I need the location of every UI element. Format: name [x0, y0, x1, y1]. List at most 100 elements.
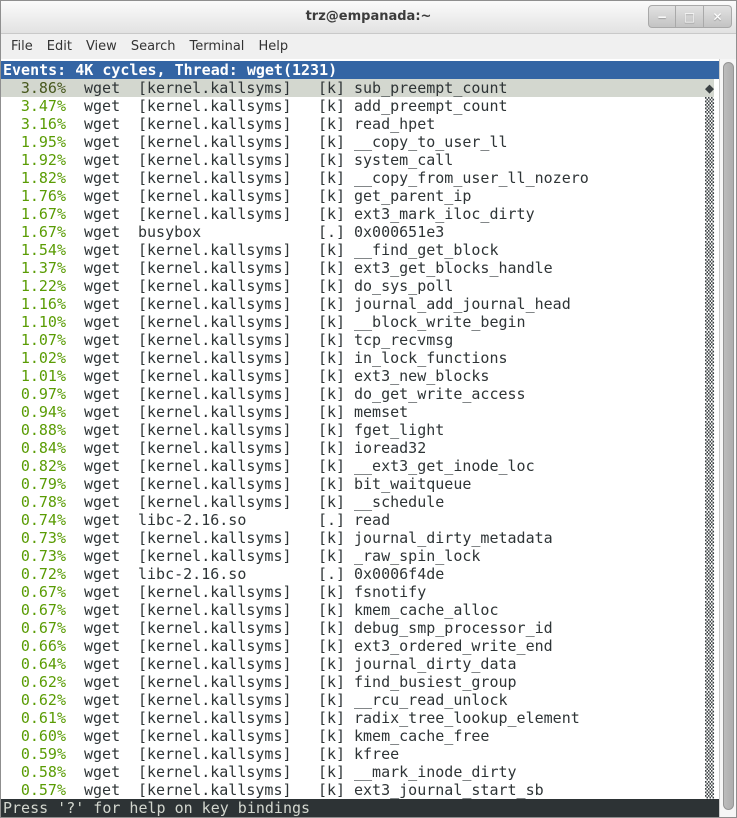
- overhead-percent: 0.64%: [3, 655, 66, 673]
- table-row[interactable]: 3.47% wget [kernel.kallsyms] [k] add_pre…: [1, 97, 719, 115]
- table-row[interactable]: 0.62% wget [kernel.kallsyms] [k] find_bu…: [1, 673, 719, 691]
- terminal-screen[interactable]: Events: 4K cycles, Thread: wget(1231) 3.…: [1, 59, 737, 818]
- table-row[interactable]: 0.97% wget [kernel.kallsyms] [k] do_get_…: [1, 385, 719, 403]
- tui-scrollbar-char: ▒: [705, 133, 714, 151]
- table-row[interactable]: 0.67% wget [kernel.kallsyms] [k] debug_s…: [1, 619, 719, 637]
- symbol: _raw_spin_lock: [354, 547, 480, 565]
- titlebar[interactable]: trz@empanada:~ − □ ✕: [1, 1, 736, 34]
- privilege-level: [k]: [318, 421, 345, 439]
- minimize-button[interactable]: −: [648, 5, 676, 28]
- tui-scrollbar-char: ▒: [705, 331, 714, 349]
- table-row[interactable]: 0.59% wget [kernel.kallsyms] [k] kfree ▒: [1, 745, 719, 763]
- tui-scrollbar-char: ▒: [705, 439, 714, 457]
- shared-object: [kernel.kallsyms]: [138, 313, 292, 331]
- table-row[interactable]: 1.95% wget [kernel.kallsyms] [k] __copy_…: [1, 133, 719, 151]
- tui-scrollbar-char: ▒: [705, 637, 714, 655]
- tui-scrollbar-char: ▒: [705, 727, 714, 745]
- table-row[interactable]: 0.67% wget [kernel.kallsyms] [k] fsnotif…: [1, 583, 719, 601]
- table-row[interactable]: 1.67% wget [kernel.kallsyms] [k] ext3_ma…: [1, 205, 719, 223]
- table-row[interactable]: 3.16% wget [kernel.kallsyms] [k] read_hp…: [1, 115, 719, 133]
- shared-object: [kernel.kallsyms]: [138, 79, 292, 97]
- overhead-percent: 0.67%: [3, 601, 66, 619]
- table-row[interactable]: 1.02% wget [kernel.kallsyms] [k] in_lock…: [1, 349, 719, 367]
- overhead-percent: 0.78%: [3, 493, 66, 511]
- table-row[interactable]: 1.67% wget busybox [.] 0x000651e3 ▒: [1, 223, 719, 241]
- command: wget: [84, 367, 120, 385]
- table-row[interactable]: 0.62% wget [kernel.kallsyms] [k] __rcu_r…: [1, 691, 719, 709]
- shared-object: [kernel.kallsyms]: [138, 259, 292, 277]
- privilege-level: [k]: [318, 97, 345, 115]
- table-row[interactable]: 0.73% wget [kernel.kallsyms] [k] _raw_sp…: [1, 547, 719, 565]
- shared-object: [kernel.kallsyms]: [138, 439, 292, 457]
- tui-scrollbar-char: ▒: [705, 565, 714, 583]
- command: wget: [84, 115, 120, 133]
- privilege-level: [k]: [318, 529, 345, 547]
- overhead-percent: 1.92%: [3, 151, 66, 169]
- menu-item-edit[interactable]: Edit: [47, 39, 72, 54]
- table-row[interactable]: 1.01% wget [kernel.kallsyms] [k] ext3_ne…: [1, 367, 719, 385]
- tui-scrollbar-char: ▒: [705, 763, 714, 781]
- table-row[interactable]: 1.76% wget [kernel.kallsyms] [k] get_par…: [1, 187, 719, 205]
- privilege-level: [k]: [318, 781, 345, 799]
- table-row[interactable]: 0.57% wget [kernel.kallsyms] [k] ext3_jo…: [1, 781, 719, 799]
- symbol: fget_light: [354, 421, 444, 439]
- menu-item-help[interactable]: Help: [258, 39, 288, 54]
- menu-item-terminal[interactable]: Terminal: [189, 39, 244, 54]
- privilege-level: [k]: [318, 205, 345, 223]
- table-row[interactable]: 1.92% wget [kernel.kallsyms] [k] system_…: [1, 151, 719, 169]
- menu-item-search[interactable]: Search: [131, 39, 176, 54]
- table-row[interactable]: 0.94% wget [kernel.kallsyms] [k] memset …: [1, 403, 719, 421]
- table-row[interactable]: 0.64% wget [kernel.kallsyms] [k] journal…: [1, 655, 719, 673]
- privilege-level: [k]: [318, 403, 345, 421]
- maximize-button[interactable]: □: [676, 5, 704, 28]
- table-row[interactable]: 1.07% wget [kernel.kallsyms] [k] tcp_rec…: [1, 331, 719, 349]
- symbol: __find_get_block: [354, 241, 499, 259]
- table-row[interactable]: 0.74% wget libc-2.16.so [.] read ▒: [1, 511, 719, 529]
- privilege-level: [k]: [318, 655, 345, 673]
- table-row[interactable]: 0.79% wget [kernel.kallsyms] [k] bit_wai…: [1, 475, 719, 493]
- table-row[interactable]: 1.22% wget [kernel.kallsyms] [k] do_sys_…: [1, 277, 719, 295]
- command: wget: [84, 403, 120, 421]
- tui-scrollbar-char: ▒: [705, 529, 714, 547]
- table-row[interactable]: 0.67% wget [kernel.kallsyms] [k] kmem_ca…: [1, 601, 719, 619]
- table-row[interactable]: 0.58% wget [kernel.kallsyms] [k] __mark_…: [1, 763, 719, 781]
- table-row[interactable]: 1.10% wget [kernel.kallsyms] [k] __block…: [1, 313, 719, 331]
- symbol: fsnotify: [354, 583, 426, 601]
- menu-item-view[interactable]: View: [86, 39, 117, 54]
- close-button[interactable]: ✕: [704, 5, 732, 28]
- shared-object: libc-2.16.so: [138, 565, 246, 583]
- overhead-percent: 0.72%: [3, 565, 66, 583]
- overhead-percent: 3.47%: [3, 97, 66, 115]
- table-row[interactable]: 0.73% wget [kernel.kallsyms] [k] journal…: [1, 529, 719, 547]
- overhead-percent: 1.82%: [3, 169, 66, 187]
- symbol: debug_smp_processor_id: [354, 619, 553, 637]
- scrollbar-track[interactable]: [719, 59, 737, 818]
- command: wget: [84, 457, 120, 475]
- table-row[interactable]: 1.37% wget [kernel.kallsyms] [k] ext3_ge…: [1, 259, 719, 277]
- table-row[interactable]: 1.54% wget [kernel.kallsyms] [k] __find_…: [1, 241, 719, 259]
- table-row[interactable]: 3.86% wget [kernel.kallsyms] [k] sub_pre…: [1, 79, 714, 97]
- privilege-level: [.]: [318, 223, 345, 241]
- shared-object: [kernel.kallsyms]: [138, 583, 292, 601]
- table-row[interactable]: 0.66% wget [kernel.kallsyms] [k] ext3_or…: [1, 637, 719, 655]
- scrollbar-thumb[interactable]: [723, 62, 734, 810]
- symbol: journal_dirty_metadata: [354, 529, 553, 547]
- shared-object: [kernel.kallsyms]: [138, 781, 292, 799]
- command: wget: [84, 727, 120, 745]
- table-row[interactable]: 0.61% wget [kernel.kallsyms] [k] radix_t…: [1, 709, 719, 727]
- table-row[interactable]: 0.84% wget [kernel.kallsyms] [k] ioread3…: [1, 439, 719, 457]
- command: wget: [84, 781, 120, 799]
- table-row[interactable]: 0.88% wget [kernel.kallsyms] [k] fget_li…: [1, 421, 719, 439]
- shared-object: [kernel.kallsyms]: [138, 277, 292, 295]
- symbol: __schedule: [354, 493, 444, 511]
- table-row[interactable]: 1.82% wget [kernel.kallsyms] [k] __copy_…: [1, 169, 719, 187]
- table-row[interactable]: 0.82% wget [kernel.kallsyms] [k] __ext3_…: [1, 457, 719, 475]
- menu-item-file[interactable]: File: [11, 39, 33, 54]
- table-row[interactable]: 0.78% wget [kernel.kallsyms] [k] __sched…: [1, 493, 719, 511]
- table-row[interactable]: 0.72% wget libc-2.16.so [.] 0x0006f4de ▒: [1, 565, 719, 583]
- table-row[interactable]: 1.16% wget [kernel.kallsyms] [k] journal…: [1, 295, 719, 313]
- table-row[interactable]: 0.60% wget [kernel.kallsyms] [k] kmem_ca…: [1, 727, 719, 745]
- privilege-level: [k]: [318, 475, 345, 493]
- tui-scrollbar-char: ▒: [705, 619, 714, 637]
- shared-object: [kernel.kallsyms]: [138, 421, 292, 439]
